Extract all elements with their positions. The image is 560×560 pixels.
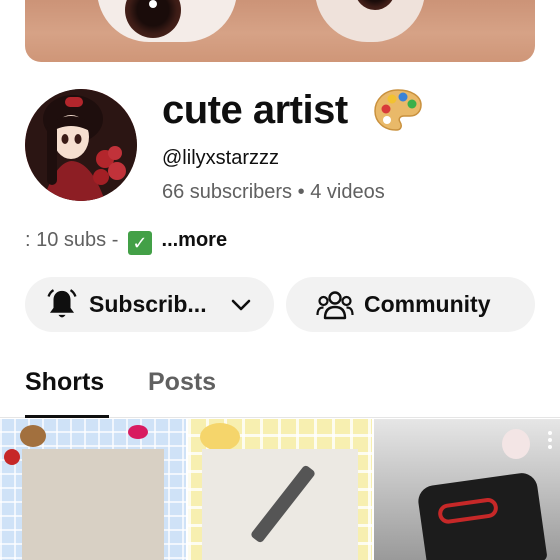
tab-shorts[interactable]: Shorts: [25, 368, 104, 397]
more-link[interactable]: ...more: [162, 229, 228, 251]
banner-eye: [97, 0, 237, 42]
check-mark-icon: ✓: [127, 231, 152, 255]
channel-handle: @lilyxstarzzz: [162, 147, 279, 169]
channel-name: cute artist: [162, 88, 348, 132]
channel-avatar[interactable]: [25, 89, 137, 201]
teddy-bear-sticker-icon: [502, 429, 530, 459]
pencil-case: [416, 471, 548, 560]
channel-banner[interactable]: [25, 0, 535, 62]
cherry-sticker-icon: [4, 449, 20, 465]
subscribe-button[interactable]: Subscrib...: [25, 277, 274, 332]
chevron-down-icon[interactable]: [229, 293, 253, 317]
subscriber-count: 66 subscribers: [162, 181, 293, 203]
short-thumbnail[interactable]: [0, 419, 186, 560]
video-count: 4 videos: [310, 181, 385, 203]
tab-posts[interactable]: Posts: [148, 368, 216, 397]
channel-description[interactable]: : 10 subs - ✓ ...more: [25, 229, 227, 255]
bow-sticker-icon: [128, 425, 148, 439]
short-thumbnail[interactable]: [188, 419, 372, 560]
description-text: : 10 subs -: [25, 229, 119, 251]
community-label: Community: [364, 291, 491, 317]
more-options-icon[interactable]: [548, 431, 552, 449]
sketch-paper: [22, 449, 164, 560]
pompompurin-sticker-icon: [200, 423, 240, 451]
banner-eye: [315, 0, 425, 42]
artist-palette-icon: [374, 89, 422, 131]
short-thumbnail[interactable]: [374, 419, 560, 560]
stats-separator: •: [297, 181, 305, 203]
channel-tabs: Shorts Posts: [0, 360, 560, 418]
channel-stats: 66 subscribers • 4 videos: [162, 181, 385, 204]
bear-sticker-icon: [20, 425, 46, 447]
community-button[interactable]: Community: [286, 277, 535, 332]
selected-tab-indicator: [25, 415, 109, 418]
subscribe-label: Subscrib...: [89, 291, 207, 317]
bell-icon: [47, 288, 77, 317]
people-icon: [316, 290, 354, 319]
